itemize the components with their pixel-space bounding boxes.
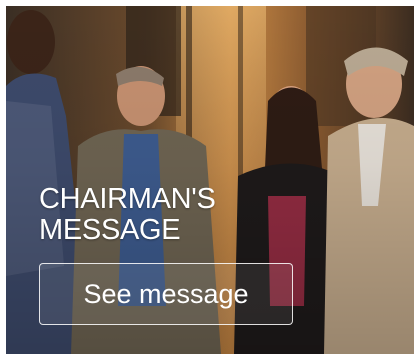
see-message-button[interactable]: See message [39,263,293,325]
card-title-line-1: CHAIRMAN'S [39,183,216,215]
card-title: CHAIRMAN'S MESSAGE [39,184,216,246]
chairmans-message-card[interactable]: CHAIRMAN'S MESSAGE See message [6,6,414,354]
card-title-line-2: MESSAGE [39,214,181,246]
